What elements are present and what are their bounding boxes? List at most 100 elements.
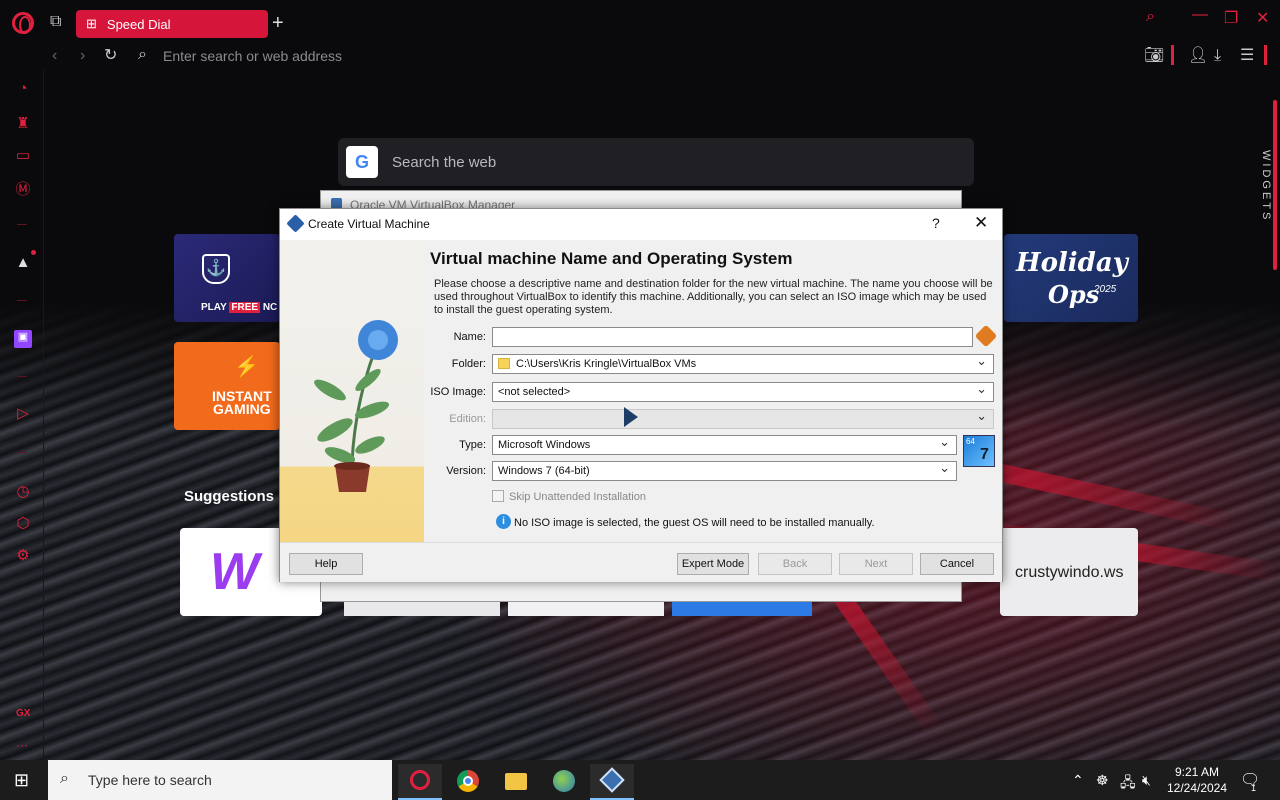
tray-app-icon[interactable]: ☸ bbox=[1096, 772, 1109, 789]
notification-dot bbox=[31, 250, 36, 255]
clock-date: 12/24/2024 bbox=[1166, 781, 1228, 795]
player-icon[interactable]: ▷ bbox=[14, 404, 32, 422]
notification-count: 1 bbox=[1251, 783, 1257, 793]
speed-dial-grid-icon: ⊞ bbox=[86, 16, 97, 31]
address-input[interactable]: Enter search or web address bbox=[163, 48, 342, 64]
tile-play-text: PLAY bbox=[201, 302, 227, 313]
globe-app-icon bbox=[553, 770, 575, 792]
gx-control-icon[interactable]: ◔ bbox=[14, 80, 32, 98]
search-tabs-icon[interactable]: ⌕ bbox=[1146, 8, 1155, 26]
os-badge-bits: 64 bbox=[966, 437, 975, 446]
folder-select[interactable]: C:\Users\Kris Kringle\VirtualBox VMs bbox=[492, 352, 994, 374]
os-type-select[interactable]: Microsoft Windows bbox=[492, 433, 957, 455]
volume-muted-icon[interactable]: 🔇︎ bbox=[1142, 772, 1151, 789]
google-logo-icon: G bbox=[346, 146, 378, 178]
os-version-select[interactable]: Windows 7 (64-bit) bbox=[492, 459, 957, 481]
minimize-button[interactable]: — bbox=[1192, 6, 1208, 24]
sidebar-more-icon[interactable]: ··· bbox=[16, 738, 28, 752]
new-tab-button[interactable]: + bbox=[272, 12, 284, 35]
close-window-button[interactable]: ✕ bbox=[1256, 8, 1269, 28]
tile-instant-gaming[interactable]: ⚡ INSTANT GAMING bbox=[174, 342, 280, 430]
iso-image-select[interactable]: <not selected> bbox=[492, 380, 994, 402]
gx-label: GX bbox=[16, 708, 31, 719]
iso-info-message: No ISO image is selected, the guest OS w… bbox=[514, 517, 875, 529]
expert-mode-button[interactable]: Expert Mode bbox=[677, 553, 749, 575]
vm-name-input[interactable] bbox=[492, 327, 973, 347]
tile-world-of-warships[interactable]: ⚓ PLAY FREE NC bbox=[174, 234, 280, 322]
twitch-icon[interactable]: ▣ bbox=[14, 330, 32, 348]
help-button[interactable]: Help bbox=[289, 553, 363, 575]
taskbar-clock[interactable]: 9:21 AM 12/24/2024 bbox=[1160, 764, 1234, 796]
skip-unattended-label: Skip Unattended Installation bbox=[509, 491, 646, 503]
next-button: Next bbox=[839, 553, 913, 575]
network-icon[interactable]: 🖧︎ bbox=[1120, 772, 1136, 796]
type-label: Type: bbox=[459, 439, 486, 451]
windows-7-64bit-os-icon: 64 7 bbox=[963, 435, 995, 467]
back-button[interactable]: ‹ bbox=[52, 48, 57, 64]
instant-gaming-logo-icon: ⚡ bbox=[234, 356, 259, 378]
account-icon[interactable]: 👤︎ bbox=[1188, 48, 1208, 64]
taskbar-search-icon: ⌕ bbox=[60, 770, 69, 787]
dialog-close-button[interactable]: ✕ bbox=[974, 213, 988, 233]
folder-label: Folder: bbox=[451, 358, 486, 370]
wizard-page-description: Please choose a descriptive name and des… bbox=[434, 278, 993, 316]
address-bar-accent bbox=[1171, 45, 1174, 65]
file-explorer-icon bbox=[505, 773, 527, 790]
reload-button[interactable]: ↻ bbox=[104, 48, 117, 64]
opera-gx-icon bbox=[410, 770, 430, 790]
settings-gear-icon[interactable]: ⚙ bbox=[14, 546, 32, 564]
version-label: Version: bbox=[446, 465, 486, 477]
tile-holiday-ops[interactable]: Holiday Ops 2025 bbox=[1004, 234, 1138, 322]
extensions-icon[interactable]: ⬡ bbox=[14, 514, 32, 532]
dialog-title: Create Virtual Machine bbox=[308, 217, 430, 231]
suggestion-site-label: crustywindo.ws bbox=[1015, 564, 1124, 581]
skip-unattended-checkbox bbox=[492, 490, 504, 502]
search-icon: ⌕ bbox=[138, 46, 147, 63]
tv-icon[interactable]: ▭ bbox=[14, 146, 32, 164]
maximize-button[interactable]: ❐ bbox=[1224, 8, 1238, 28]
name-label: Name: bbox=[453, 331, 486, 343]
opera-logo-icon[interactable] bbox=[12, 12, 34, 34]
taskbar-app-globe[interactable] bbox=[542, 764, 586, 800]
clock-time: 9:21 AM bbox=[1174, 765, 1220, 779]
tab-islands-icon[interactable]: ⧉ bbox=[50, 14, 61, 30]
aria-icon[interactable]: ▲ bbox=[14, 254, 32, 272]
wizard-page-heading: Virtual machine Name and Operating Syste… bbox=[430, 249, 793, 268]
widgets-panel-toggle[interactable]: WIDGETS bbox=[1256, 150, 1272, 222]
iso-label: ISO Image: bbox=[430, 386, 486, 398]
messenger-icon[interactable]: Ⓜ bbox=[14, 178, 32, 198]
folder-path: C:\Users\Kris Kringle\VirtualBox VMs bbox=[516, 358, 697, 370]
snapshot-camera-icon[interactable]: 📷︎ bbox=[1144, 48, 1164, 64]
tab-speed-dial[interactable]: ⊞ Speed Dial bbox=[76, 10, 268, 38]
taskbar-file-explorer[interactable] bbox=[494, 764, 538, 800]
address-bar-accent-right bbox=[1264, 45, 1267, 65]
warning-icon bbox=[974, 324, 998, 348]
holiday-ops-text-2: Ops bbox=[1048, 280, 1100, 309]
easy-setup-icon[interactable]: ☰ bbox=[1240, 48, 1254, 64]
tab-label: Speed Dial bbox=[106, 16, 171, 32]
suggestions-heading: Suggestions bbox=[184, 488, 275, 505]
downloads-icon[interactable]: ⤓ bbox=[1214, 48, 1221, 64]
speed-dial-search-placeholder: Search the web bbox=[392, 154, 497, 171]
cancel-button[interactable]: Cancel bbox=[920, 553, 994, 575]
suggestion-logo-icon: W bbox=[210, 543, 260, 601]
holiday-ops-year: 2025 bbox=[1094, 284, 1117, 295]
gx-corner-icon[interactable]: ♜ bbox=[14, 114, 32, 132]
windows-start-icon[interactable]: ⊞ bbox=[14, 770, 29, 791]
taskbar-chrome[interactable] bbox=[446, 764, 490, 800]
taskbar-opera-gx[interactable] bbox=[398, 764, 442, 800]
show-hidden-icons-chevron[interactable]: ⌃ bbox=[1072, 772, 1084, 789]
holiday-ops-text-1: Holiday bbox=[1016, 248, 1128, 278]
os-badge-number: 7 bbox=[980, 446, 989, 463]
tile-now-text: NC bbox=[262, 302, 278, 313]
taskbar-search-placeholder: Type here to search bbox=[88, 772, 212, 788]
folder-icon bbox=[498, 358, 510, 369]
create-vm-dialog: Create Virtual Machine ? ✕ Virtual machi… bbox=[279, 208, 1003, 582]
dialog-help-icon[interactable]: ? bbox=[932, 215, 940, 231]
taskbar-virtualbox[interactable] bbox=[590, 764, 634, 800]
instant-gaming-text-2: GAMING bbox=[213, 401, 271, 417]
anchor-shield-icon: ⚓ bbox=[202, 254, 230, 284]
history-icon[interactable]: ◷ bbox=[14, 482, 32, 500]
edition-label: Edition: bbox=[449, 413, 486, 425]
forward-button[interactable]: › bbox=[80, 48, 85, 64]
